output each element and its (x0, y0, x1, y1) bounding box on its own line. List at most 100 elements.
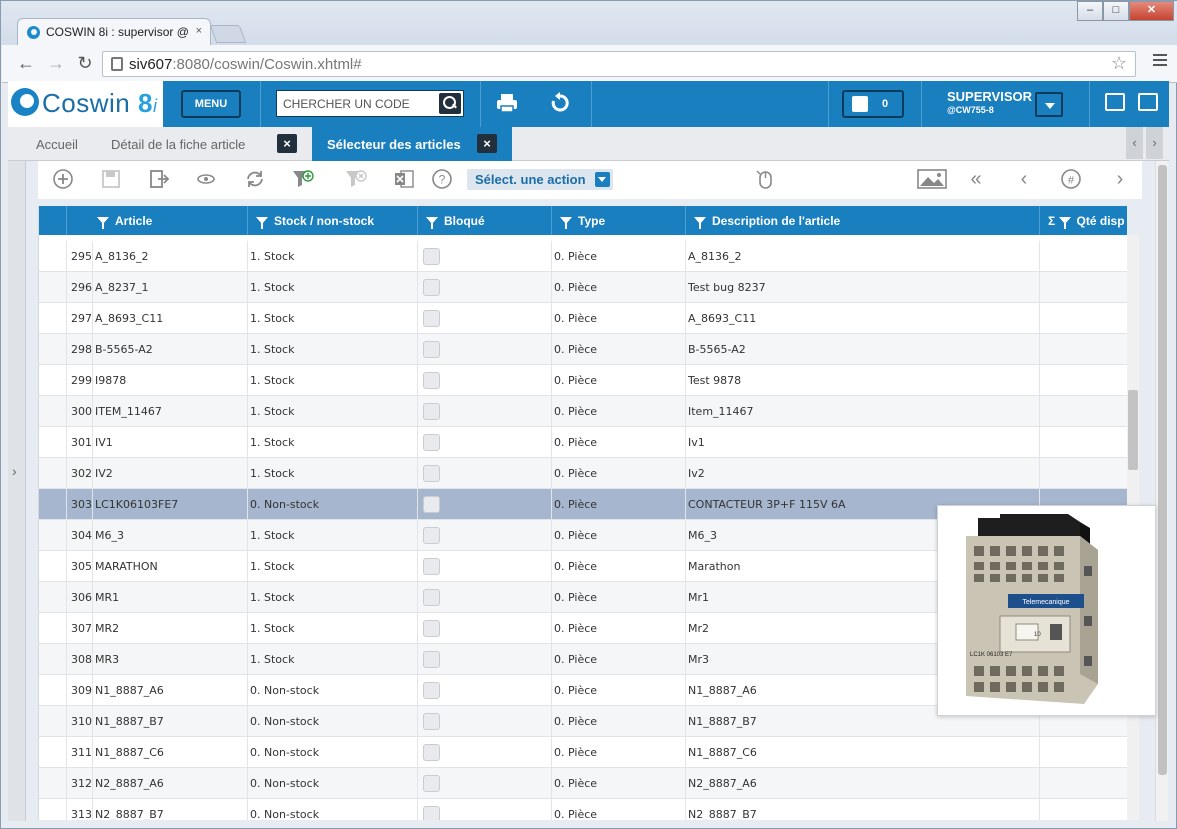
table-row[interactable]: 313 N2_8887_B7 0. Non-stock 0. Pièce N2_8887… (39, 799, 1127, 820)
row-selector[interactable] (39, 427, 67, 458)
select-action-dropdown[interactable]: Sélect. une action (467, 169, 613, 190)
expand-sidebar-icon[interactable]: › (12, 463, 17, 479)
table-row[interactable]: 300 ITEM_11467 1. Stock 0. Pièce Item_11467 (39, 396, 1127, 427)
view-icon[interactable] (194, 168, 218, 195)
table-row[interactable]: 299 I9878 1. Stock 0. Pièce Test 9878 (39, 365, 1127, 396)
blocked-checkbox-input[interactable] (423, 372, 440, 389)
blocked-checkbox-input[interactable] (423, 279, 440, 296)
table-row[interactable]: 301 IV1 1. Stock 0. Pièce Iv1 (39, 427, 1127, 458)
blocked-checkbox-input[interactable] (423, 403, 440, 420)
blocked-checkbox-input[interactable] (423, 620, 440, 637)
blocked-checkbox-input[interactable] (423, 341, 440, 358)
row-selector[interactable] (39, 334, 67, 365)
header-type[interactable]: Type (552, 206, 686, 235)
table-row[interactable]: 298 B-5565-A2 1. Stock 0. Pièce B-5565-A2 (39, 334, 1127, 365)
minimize-button[interactable]: – (1077, 1, 1103, 21)
back-arrow-icon[interactable]: ← (16, 53, 36, 73)
filter-funnel-icon[interactable] (1058, 217, 1071, 229)
blocked-checkbox-input[interactable] (423, 465, 440, 482)
coswin-logo[interactable]: Coswin 8i (8, 81, 163, 127)
row-selector[interactable] (39, 241, 67, 272)
row-selector[interactable] (39, 520, 67, 551)
row-selector[interactable] (39, 551, 67, 582)
blocked-checkbox-input[interactable] (423, 558, 440, 575)
search-code-input[interactable]: CHERCHER UN CODE (276, 90, 464, 117)
new-tab-button[interactable] (209, 25, 247, 43)
browser-tab-close-icon[interactable]: × (196, 25, 202, 37)
filter-clear-icon[interactable] (344, 168, 368, 195)
table-row[interactable]: 296 A_8237_1 1. Stock 0. Pièce Test bug 8237 (39, 272, 1127, 303)
search-icon[interactable] (439, 93, 461, 114)
row-selector[interactable] (39, 582, 67, 613)
blocked-checkbox-input[interactable] (423, 589, 440, 606)
menu-button[interactable]: MENU (181, 90, 241, 118)
blocked-checkbox-input[interactable] (423, 713, 440, 730)
row-selector[interactable] (39, 737, 67, 768)
row-selector[interactable] (39, 365, 67, 396)
blocked-checkbox-input[interactable] (423, 434, 440, 451)
forward-arrow-icon[interactable]: → (46, 53, 66, 73)
url-input[interactable]: siv607:8080/coswin/Coswin.xhtml# ☆ (102, 51, 1136, 77)
filter-funnel-icon[interactable] (426, 217, 438, 229)
grid-scrollbar-thumb[interactable] (1128, 390, 1138, 470)
row-selector[interactable] (39, 396, 67, 427)
bookmark-star-icon[interactable]: ☆ (1111, 53, 1127, 74)
page-scrollbar[interactable] (1155, 161, 1168, 821)
row-selector[interactable] (39, 799, 67, 820)
row-selector[interactable] (39, 768, 67, 799)
next-page-icon[interactable]: › (1108, 168, 1132, 190)
prev-page-icon[interactable]: ‹ (1012, 168, 1036, 190)
row-selector[interactable] (39, 489, 67, 520)
tab-detail-close-icon[interactable]: × (277, 134, 297, 153)
browser-menu-icon[interactable] (1153, 54, 1167, 69)
tab-selecteur-close-icon[interactable]: × (477, 134, 497, 153)
open-window-icon[interactable] (1105, 93, 1125, 111)
table-row[interactable]: 297 A_8693_C11 1. Stock 0. Pièce A_8693_C11 (39, 303, 1127, 334)
close-window-button[interactable]: ✕ (1129, 1, 1174, 21)
row-selector[interactable] (39, 303, 67, 334)
reload-icon[interactable]: ↻ (75, 53, 95, 73)
maximize-button[interactable]: □ (1103, 1, 1129, 21)
page-number-icon[interactable]: # (1059, 168, 1083, 195)
blocked-checkbox-input[interactable] (423, 527, 440, 544)
filter-funnel-icon[interactable] (560, 217, 572, 229)
excel-icon[interactable] (392, 168, 416, 195)
blocked-checkbox-input[interactable] (423, 775, 440, 792)
save-icon[interactable] (99, 168, 123, 195)
blocked-checkbox-input[interactable] (423, 744, 440, 761)
tab-scroll-left-icon[interactable]: ‹ (1126, 127, 1143, 159)
blocked-checkbox-input[interactable] (423, 496, 440, 513)
header-qte-disp[interactable]: Σ Qté disp (1040, 206, 1127, 235)
mouse-icon[interactable] (753, 168, 777, 195)
help-icon[interactable]: ? (430, 168, 454, 195)
filter-add-icon[interactable] (291, 168, 315, 195)
tab-accueil[interactable]: Accueil (36, 127, 96, 161)
filter-funnel-icon[interactable] (256, 217, 268, 229)
row-selector[interactable] (39, 613, 67, 644)
tab-scroll-right-icon[interactable]: › (1146, 127, 1163, 159)
row-selector[interactable] (39, 458, 67, 489)
row-selector[interactable] (39, 644, 67, 675)
header-description[interactable]: Description de l'article (686, 206, 1040, 235)
blocked-checkbox-input[interactable] (423, 682, 440, 699)
blocked-checkbox-input[interactable] (423, 651, 440, 668)
blocked-checkbox-input[interactable] (423, 248, 440, 265)
undo-refresh-icon[interactable] (549, 92, 571, 119)
filter-funnel-icon[interactable] (694, 217, 706, 229)
notifications-button[interactable]: 0 (842, 90, 904, 118)
row-selector[interactable] (39, 675, 67, 706)
print-icon[interactable] (496, 92, 518, 119)
sum-icon[interactable]: Σ (1048, 214, 1055, 228)
table-row[interactable]: 312 N2_8887_A6 0. Non-stock 0. Pièce N2_8887… (39, 768, 1127, 799)
image-icon[interactable] (917, 168, 947, 195)
row-selector[interactable] (39, 706, 67, 737)
collapsed-sidebar[interactable]: › (8, 161, 26, 821)
user-dropdown-button[interactable] (1035, 92, 1063, 117)
table-row[interactable]: 302 IV2 1. Stock 0. Pièce Iv2 (39, 458, 1127, 489)
browser-tab[interactable]: COSWIN 8i : supervisor @ × (17, 18, 211, 45)
page-scrollbar-thumb[interactable] (1158, 165, 1167, 775)
blocked-checkbox-input[interactable] (423, 806, 440, 820)
header-bloque[interactable]: Bloqué (418, 206, 552, 235)
add-icon[interactable] (51, 168, 75, 195)
export-icon[interactable] (147, 168, 171, 195)
